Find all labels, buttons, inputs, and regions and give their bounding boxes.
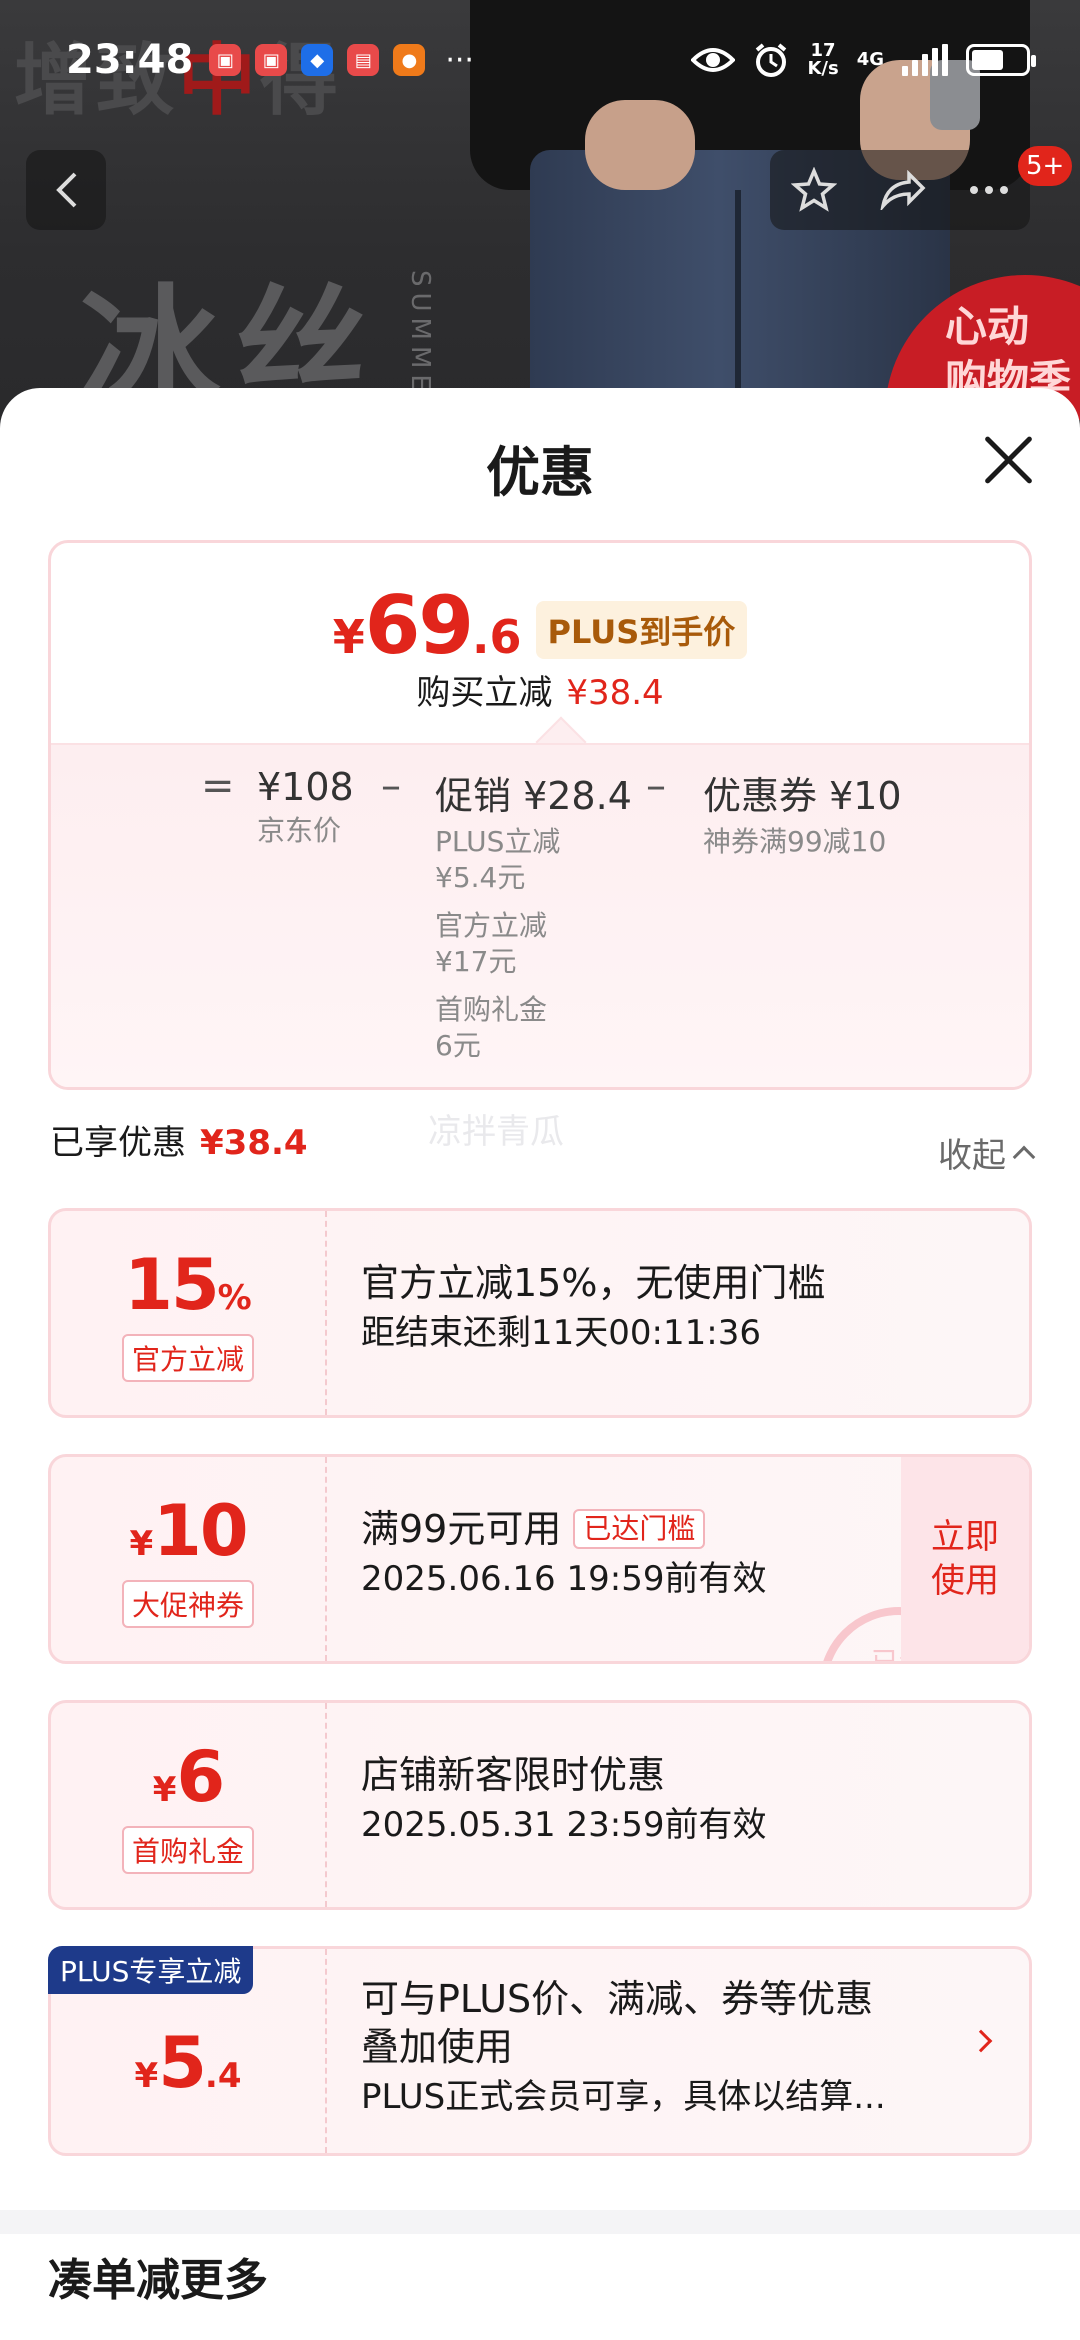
coupon-title: 官方立减15%，无使用门槛 [361, 1261, 826, 1305]
jd-price-label: 京东价 [257, 814, 342, 847]
promo-item-value: ¥5.4元 [435, 861, 526, 894]
more-notifications-icon: ··· [445, 42, 474, 78]
plus-price-tag: PLUS到手价 [535, 600, 748, 659]
equals-sign: = [201, 763, 235, 809]
sheet-title: 优惠 [486, 441, 594, 504]
minus-sign: – [381, 763, 401, 809]
coupon-value: ¥10 [129, 1490, 248, 1572]
promo-item-label: PLUS立减 [435, 825, 561, 858]
collapse-label: 收起 [938, 1136, 1006, 1176]
coupon-type-tag: 大促神券 [121, 1580, 254, 1628]
coupon-value-area: ¥6 首购礼金 [51, 1703, 327, 1907]
battery-icon [966, 44, 1036, 76]
jd-price: ¥108 [257, 765, 354, 809]
app-red-icon: ▣ [209, 44, 242, 76]
back-button[interactable] [26, 150, 106, 230]
final-price-yen: ¥ [332, 610, 365, 664]
coupon-title: 满99元可用 已达门槛 [361, 1505, 909, 1553]
coupon-value-area: ¥5.4 [51, 1949, 327, 2153]
reduction-label: 购买立减 [416, 673, 553, 713]
coupon-card-mega: ¥10 大促神券 满99元可用 已达门槛 2025.06.16 19:59前有效… [48, 1454, 1032, 1664]
watermark-text: 凉拌青瓜 [428, 1112, 564, 1152]
coupon-card-official[interactable]: 15% 官方立减 官方立减15%，无使用门槛 距结束还剩11天00:11:36 [48, 1208, 1032, 1418]
more-icon[interactable] [969, 185, 1009, 195]
coupon-block: 优惠券 ¥10 神券满99减10 [703, 765, 902, 860]
coupon-title: 可与PLUS价、满减、券等优惠叠加使用 [361, 1977, 874, 2069]
coupon-value-area: 15% 官方立减 [51, 1211, 327, 1415]
top-actions [770, 150, 1030, 230]
product-jeans-seam [735, 190, 741, 420]
promo-total: 促销 ¥28.4 [435, 774, 632, 818]
net-speed: 17 K/s [807, 40, 839, 79]
share-icon[interactable] [879, 170, 927, 210]
enjoyed-amount: ¥38.4 [200, 1123, 308, 1163]
alarm-icon [756, 43, 787, 77]
coupon-value-area: ¥10 大促神券 [51, 1457, 327, 1661]
app-red-icon: ▣ [255, 44, 288, 76]
chevron-left-icon [56, 172, 77, 208]
app-red-icon: ▤ [347, 44, 380, 76]
enjoyed-discount: 已享优惠 ¥38.4 [50, 1115, 308, 1164]
enjoyed-label: 已享优惠 [50, 1123, 186, 1163]
eye-icon [691, 48, 736, 72]
coupon-value: 15% [124, 1244, 252, 1326]
coupon-info: 店铺新客限时优惠 2025.05.31 23:59前有效 [361, 1751, 909, 1847]
signal-icon [902, 44, 948, 76]
shield-app-icon: ◆ [301, 44, 334, 76]
chevron-up-icon [1012, 1145, 1036, 1168]
message-badge: 5+ [1018, 146, 1073, 186]
promo-item-label: 官方立减 [435, 909, 548, 942]
discount-sheet: 优惠 ¥ 69 .6 PLUS到手价 购买立减 ¥38.4 = ¥108 京东价 … [0, 388, 1080, 2340]
reduction-amount: ¥38.4 [566, 673, 664, 713]
promo-detail-list: PLUS立减 ¥5.4元 官方立减 ¥17元 首购礼金 6元 [435, 824, 632, 1064]
promo-item-value: 6元 [435, 1029, 481, 1062]
final-price-dec: .6 [472, 610, 522, 664]
promo-block: 促销 ¥28.4 PLUS立减 ¥5.4元 官方立减 ¥17元 首购礼金 6元 [435, 765, 632, 1064]
minus-sign: – [646, 763, 666, 809]
coupon-expiry: 2025.06.16 19:59前有效 [361, 1559, 767, 1599]
coupon-value: ¥6 [152, 1736, 225, 1818]
coupon-expiry: 2025.05.31 23:59前有效 [361, 1805, 767, 1845]
app-orange-icon: ● [393, 44, 426, 76]
coupon-card-plus[interactable]: PLUS专享立减 ¥5.4 可与PLUS价、满减、券等优惠叠加使用 PLUS正式… [48, 1946, 1032, 2156]
section-divider [0, 2210, 1080, 2234]
coupon-value: ¥5.4 [134, 2022, 242, 2104]
coupon-condition: 神券满99减10 [703, 825, 887, 858]
coupon-description: PLUS正式会员可享，具体以结算... [361, 2077, 886, 2117]
status-time: 23:48 [66, 37, 194, 83]
coupon-type-tag: 官方立减 [121, 1334, 254, 1382]
coupon-countdown: 距结束还剩11天00:11:36 [361, 1313, 761, 1353]
coupon-type-tag: 首购礼金 [121, 1826, 254, 1874]
coupon-total: 优惠券 ¥10 [703, 774, 902, 818]
final-price: ¥ 69 .6 PLUS到手价 [51, 579, 1029, 672]
close-button[interactable] [980, 432, 1036, 488]
product-hand-left [585, 100, 695, 190]
network-type: 4G [856, 49, 884, 70]
promo-item-label: 首购礼金 [435, 993, 548, 1026]
price-breakdown: = ¥108 京东价 – 促销 ¥28.4 PLUS立减 ¥5.4元 官方立减 … [51, 743, 1029, 1087]
jd-price-block: ¥108 京东价 [257, 765, 354, 849]
purchase-reduction: 购买立减 ¥38.4 [51, 665, 1029, 714]
coupon-info: 官方立减15%，无使用门槛 距结束还剩11天00:11:36 [361, 1259, 909, 1355]
chevron-right-icon [969, 2029, 993, 2053]
more-deals-section-title: 凑单减更多 [48, 2255, 268, 2306]
promo-line-1: 心动 [945, 302, 1030, 351]
star-icon[interactable] [791, 167, 837, 213]
coupon-title: 店铺新客限时优惠 [361, 1753, 666, 1797]
promo-item-value: ¥17元 [435, 945, 517, 978]
collapse-button[interactable]: 收起 [938, 1128, 1036, 1177]
coupon-card-first-purchase[interactable]: ¥6 首购礼金 店铺新客限时优惠 2025.05.31 23:59前有效 [48, 1700, 1032, 1910]
final-price-area: ¥ 69 .6 PLUS到手价 购买立减 ¥38.4 [51, 543, 1029, 743]
coupon-info: 可与PLUS价、满减、券等优惠叠加使用 PLUS正式会员可享，具体以结算... [361, 1975, 909, 2119]
use-now-button[interactable]: 立即使用 [901, 1457, 1029, 1661]
final-price-int: 69 [364, 579, 474, 672]
threshold-reached-tag: 已达门槛 [573, 1509, 706, 1549]
status-bar: 23:48 ▣ ▣ ◆ ▤ ● ··· 17 K/s 4G [0, 30, 1080, 90]
price-summary-card: ¥ 69 .6 PLUS到手价 购买立减 ¥38.4 = ¥108 京东价 – 促… [48, 540, 1032, 1090]
coupon-info: 满99元可用 已达门槛 2025.06.16 19:59前有效 [361, 1505, 909, 1601]
